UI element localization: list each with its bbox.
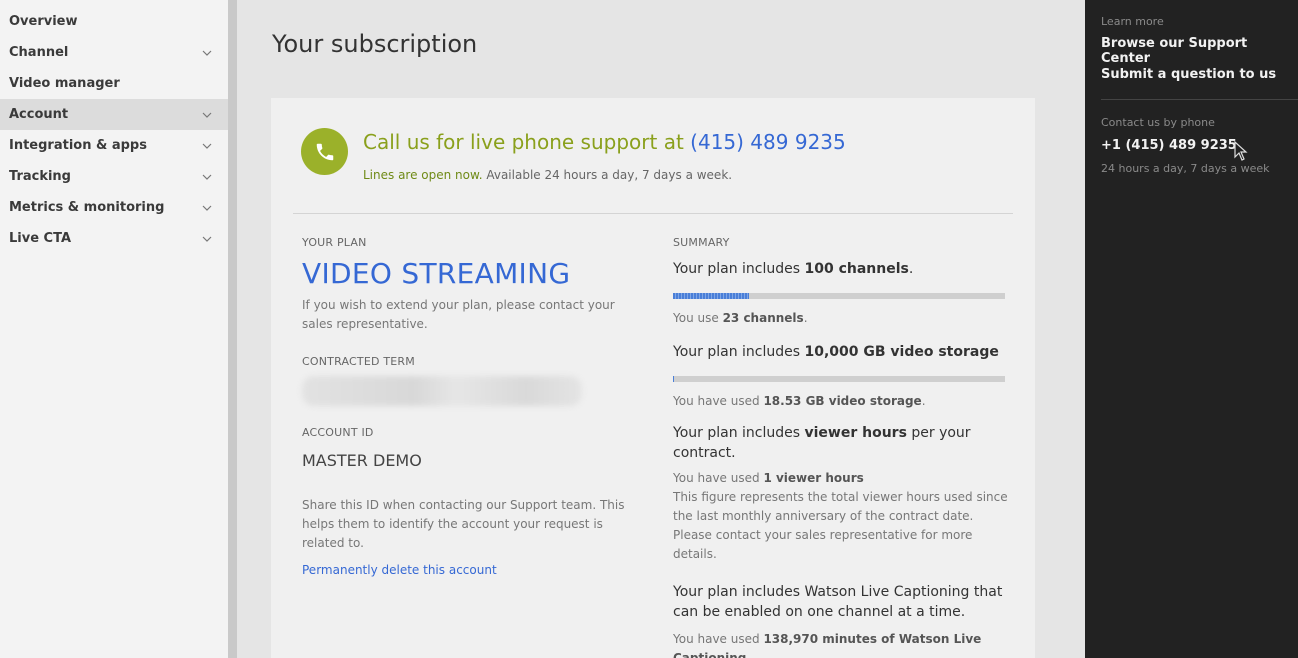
storage-included-amount: 10,000 GB video storage [804,344,999,360]
mouse-pointer-icon [1234,141,1248,161]
learn-more-label: Learn more [1101,15,1164,28]
delete-account-link[interactable]: Permanently delete this account [302,563,642,577]
viewer-hours-bold: viewer hours [804,425,907,441]
sidebar-resize-handle[interactable] [228,0,237,658]
sidebar-item-tracking[interactable]: Tracking [0,161,228,192]
availability-text: Available 24 hours a day, 7 days a week. [482,168,733,182]
channels-included: Your plan includes 100 channels. [673,259,1008,279]
chevron-down-icon[interactable] [202,203,212,213]
contracted-term-label: CONTRACTED TERM [302,355,415,368]
captioning-used-prefix: You have used [673,632,764,646]
lines-open-status: Lines are open now. [363,168,483,182]
support-headline-text: Call us for live phone support at [363,130,691,154]
extend-plan-note: If you wish to extend your plan, please … [302,298,615,331]
viewer-hours-prefix: Your plan includes [673,425,805,441]
sidebar-item-label: Video manager [9,76,120,91]
sidebar-item-label: Metrics & monitoring [9,200,165,215]
channels-included-prefix: Your plan includes [673,261,805,277]
summary-label: SUMMARY [673,236,730,249]
chevron-down-icon[interactable] [202,110,212,120]
contracted-term-value-blurred [302,376,582,406]
share-id-note: Share this ID when contacting our Suppor… [302,498,625,550]
channels-included-count: 100 channels [804,261,909,277]
sidebar: Overview Channel Video manager Account Integ… [0,0,228,658]
help-panel-divider [1101,99,1298,100]
viewer-hours-used-prefix: You have used [673,471,764,485]
account-id-value: MASTER DEMO [302,451,422,470]
contact-phone-number[interactable]: +1 (415) 489 9235 [1101,138,1237,153]
submit-question-link[interactable]: Submit a question to us [1101,67,1276,82]
channels-used: You use 23 channels. [673,309,1008,328]
support-availability: Lines are open now. Available 24 hours a… [363,168,732,182]
help-panel: Learn more Browse our Support Center Sub… [1085,0,1298,658]
account-id-label: ACCOUNT ID [302,426,374,439]
storage-used-amount: 18.53 GB video storage [763,394,922,408]
sidebar-item-metrics-monitoring[interactable]: Metrics & monitoring [0,192,228,223]
main-content: Your subscription Call us for live phone… [237,0,1085,658]
summary-column: SUMMARY Your plan includes 100 channels.… [673,236,1008,658]
storage-included-prefix: Your plan includes [673,344,805,360]
chevron-down-icon[interactable] [202,234,212,244]
sidebar-item-label: Tracking [9,169,71,184]
sidebar-item-label: Integration & apps [9,138,147,153]
support-phone-link[interactable]: (415) 489 9235 [690,130,846,154]
page-title: Your subscription [272,30,478,58]
channels-used-prefix: You use [673,311,723,325]
plan-column: YOUR PLAN VIDEO STREAMING If you wish to… [302,236,642,577]
sidebar-item-label: Overview [9,14,78,29]
your-plan-label: YOUR PLAN [302,236,367,249]
sidebar-item-label: Account [9,107,69,122]
channels-used-suffix: . [803,311,808,325]
sidebar-item-label: Live CTA [9,231,72,246]
sidebar-item-overview[interactable]: Overview [0,6,228,37]
sidebar-item-channel[interactable]: Channel [0,37,228,68]
sidebar-item-label: Channel [9,45,69,60]
viewer-hours-included: Your plan includes viewer hours per your… [673,423,1008,463]
browse-support-center-link[interactable]: Browse our Support Center [1101,36,1298,66]
phone-icon [301,128,348,175]
storage-progress-fill [673,376,674,382]
chevron-down-icon[interactable] [202,172,212,182]
channels-progress-fill [673,293,750,299]
captioning-included: Your plan includes Watson Live Captionin… [673,584,1003,620]
chevron-down-icon[interactable] [202,48,212,58]
sidebar-item-live-cta[interactable]: Live CTA [0,223,228,254]
captioning-used: You have used 138,970 minutes of Watson … [673,630,1008,658]
storage-included: Your plan includes 10,000 GB video stora… [673,342,1008,362]
viewer-hours-note: This figure represents the total viewer … [673,490,1008,561]
contact-hours: 24 hours a day, 7 days a week [1101,162,1270,175]
channels-progress-bar [673,293,1005,299]
channels-included-suffix: . [908,261,914,277]
contact-phone-label: Contact us by phone [1101,116,1215,129]
sidebar-item-integration-apps[interactable]: Integration & apps [0,130,228,161]
support-headline: Call us for live phone support at (415) … [363,130,846,154]
viewer-hours-used-count: 1 viewer hours [763,471,864,485]
storage-used: You have used 18.53 GB video storage. [673,392,1008,411]
plan-name: VIDEO STREAMING [302,257,571,290]
storage-used-suffix: . [921,394,926,408]
storage-used-prefix: You have used [673,394,764,408]
storage-progress-bar [673,376,1005,382]
viewer-hours-used: You have used 1 viewer hours [673,469,1008,488]
chevron-down-icon[interactable] [202,141,212,151]
channels-used-count: 23 channels [722,311,804,325]
sidebar-item-account[interactable]: Account [0,99,228,130]
subscription-card: Call us for live phone support at (415) … [271,98,1035,658]
card-divider [293,213,1013,214]
sidebar-item-video-manager[interactable]: Video manager [0,68,228,99]
